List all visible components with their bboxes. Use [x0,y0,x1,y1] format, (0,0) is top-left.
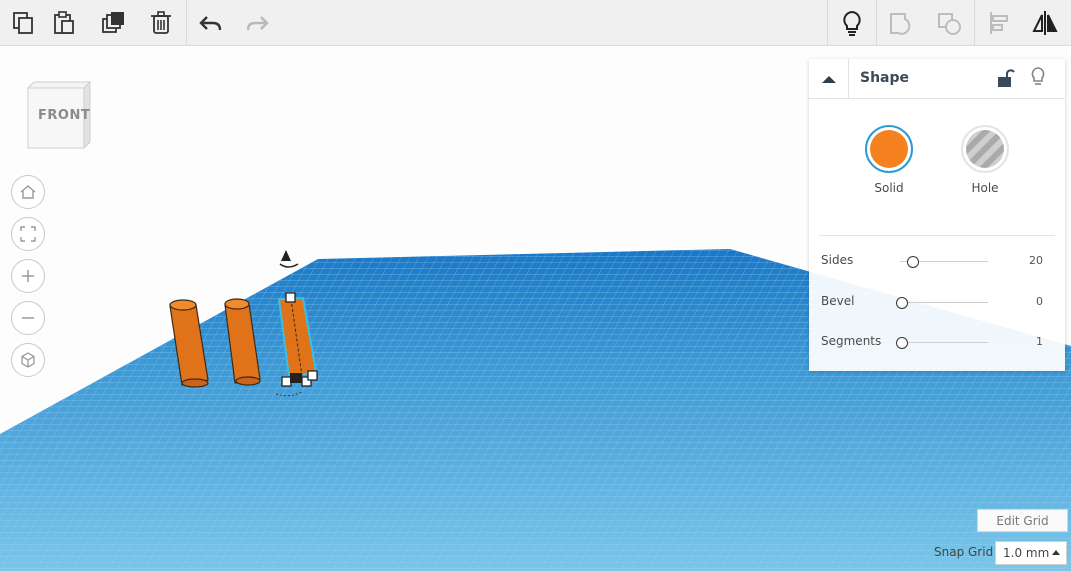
view-cube-front-label: FRONT [38,108,91,123]
align-button[interactable] [976,0,1022,46]
solid-option[interactable] [865,125,913,173]
lightbulb-icon [843,10,861,36]
show-all-button[interactable] [829,0,875,46]
snap-grid-label: Snap Grid [934,545,994,559]
tinkercad-editor: FRONT Shape Solid Hole Sides 20 Bevel 0 … [0,0,1071,571]
home-view-button[interactable] [11,175,45,209]
hole-swatch [966,130,1004,168]
toolbar-divider [876,0,877,46]
hole-option[interactable] [961,125,1009,173]
bevel-slider-thumb[interactable] [896,297,908,309]
fit-view-button[interactable] [11,217,45,251]
align-icon [990,12,1008,34]
toolbar-divider [827,0,828,46]
lightbulb-icon[interactable] [1028,66,1048,88]
undo-icon [199,16,222,31]
home-view-icon [20,185,36,199]
snap-grid-value: 1.0 mm [1003,546,1050,560]
toolbar [0,0,1071,46]
triangle-up-icon [821,76,836,83]
segments-slider-thumb[interactable] [896,337,908,349]
zoom-in-button[interactable] [11,259,45,293]
paste-button[interactable] [41,0,87,46]
segments-slider-track[interactable] [900,342,988,343]
snap-grid-select[interactable]: 1.0 mm [995,541,1067,565]
shape-inspector: Shape Solid Hole Sides 20 Bevel 0 Segmen… [809,59,1065,371]
zoom-out-button[interactable] [11,301,45,335]
sides-row: Sides 20 [809,250,1065,274]
segments-label: Segments [821,334,882,348]
edit-grid-button[interactable]: Edit Grid [977,509,1068,532]
view-cube[interactable]: FRONT [24,76,94,152]
redo-button[interactable] [234,0,280,46]
group-button[interactable] [878,0,924,46]
delete-icon [151,11,171,34]
paste-icon [54,11,74,34]
sides-slider-thumb[interactable] [906,256,919,268]
collapse-button[interactable] [809,59,849,99]
mirror-icon [1032,11,1058,35]
undo-button[interactable] [188,0,234,46]
inspector-header: Shape [809,59,1065,99]
unlock-icon[interactable] [995,67,1015,89]
perspective-icon [21,352,35,368]
toolbar-divider [974,0,975,46]
divider [819,235,1055,236]
segments-row: Segments 1 [809,331,1065,355]
perspective-button[interactable] [11,343,45,377]
bevel-slider-track[interactable] [900,302,988,303]
solid-swatch [870,130,908,168]
solid-label: Solid [874,181,904,195]
toolbar-divider [186,0,187,46]
segments-value[interactable]: 1 [1036,335,1043,348]
delete-button[interactable] [138,0,184,46]
bevel-row: Bevel 0 [809,291,1065,315]
caret-up-icon [1052,550,1060,555]
sides-value[interactable]: 20 [1029,254,1043,267]
redo-icon [246,16,269,31]
mirror-button[interactable] [1022,0,1068,46]
ungroup-button[interactable] [926,0,972,46]
duplicate-button[interactable] [90,0,136,46]
fit-view-icon [20,226,36,242]
duplicate-icon [102,12,124,33]
bevel-label: Bevel [821,294,855,308]
ungroup-icon [938,13,961,35]
sides-label: Sides [821,253,854,267]
zoom-out-icon [22,317,34,319]
bevel-value[interactable]: 0 [1036,295,1043,308]
group-icon [890,13,911,35]
inspector-title: Shape [860,70,910,86]
copy-icon [13,12,33,34]
copy-button[interactable] [0,0,46,46]
zoom-in-icon [22,270,34,282]
hole-label: Hole [971,181,999,195]
